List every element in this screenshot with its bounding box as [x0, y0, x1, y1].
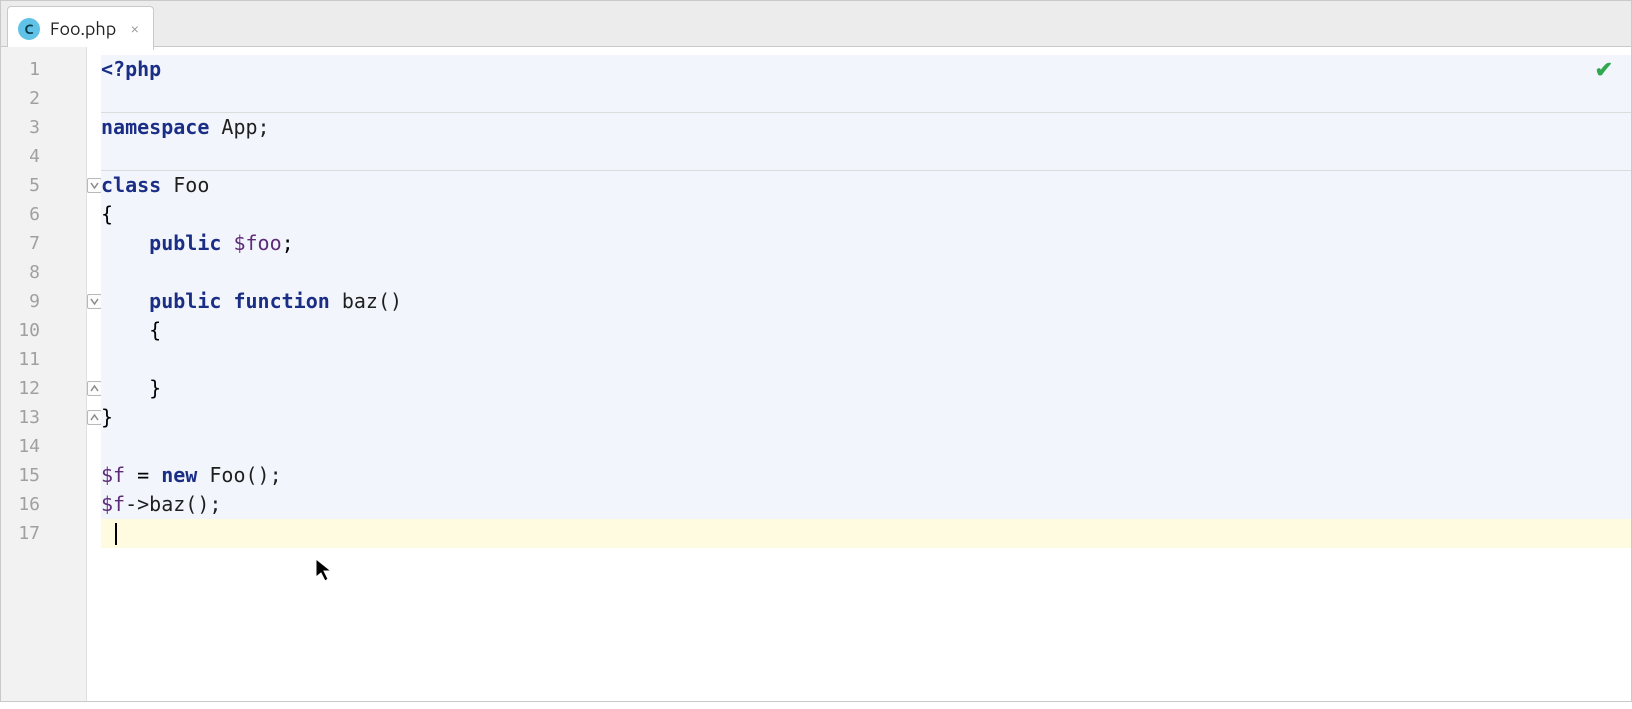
close-icon[interactable]: ×	[126, 19, 143, 39]
line-number[interactable]: 2	[1, 84, 86, 113]
line-number[interactable]: 5	[1, 171, 86, 200]
code-area[interactable]: <?phpnamespace App;class Foo{ public $fo…	[87, 47, 1631, 701]
line-number[interactable]: 9	[1, 287, 86, 316]
line-number[interactable]: 13	[1, 403, 86, 432]
fold-close-icon[interactable]	[87, 381, 102, 396]
line-number[interactable]: 7	[1, 229, 86, 258]
fold-open-icon[interactable]	[87, 178, 102, 193]
code-line[interactable]	[101, 84, 1631, 113]
code-line[interactable]: {	[101, 316, 1631, 345]
file-type-icon: C	[18, 18, 40, 40]
fold-open-icon[interactable]	[87, 294, 102, 309]
code-line[interactable]: $f->baz();	[101, 490, 1631, 519]
code-line[interactable]	[101, 258, 1631, 287]
code-line-current[interactable]	[101, 519, 1631, 548]
line-number[interactable]: 11	[1, 345, 86, 374]
code-line[interactable]: <?php	[101, 55, 1631, 84]
text-caret	[115, 523, 117, 545]
code-line[interactable]: class Foo	[101, 171, 1631, 200]
line-number[interactable]: 4	[1, 142, 86, 171]
tab-bar: C Foo.php ×	[1, 1, 1631, 47]
source-code[interactable]: <?phpnamespace App;class Foo{ public $fo…	[87, 55, 1631, 548]
code-line[interactable]	[101, 432, 1631, 461]
line-number[interactable]: 10	[1, 316, 86, 345]
code-line[interactable]: namespace App;	[101, 113, 1631, 142]
code-line[interactable]: public $foo;	[101, 229, 1631, 258]
code-line[interactable]	[101, 345, 1631, 374]
line-number[interactable]: 16	[1, 490, 86, 519]
code-line[interactable]: }	[101, 403, 1631, 432]
code-line[interactable]: }	[101, 374, 1631, 403]
line-number[interactable]: 6	[1, 200, 86, 229]
line-number[interactable]: 8	[1, 258, 86, 287]
line-number[interactable]: 14	[1, 432, 86, 461]
code-line[interactable]: {	[101, 200, 1631, 229]
line-number-gutter[interactable]: 1234567891011121314151617	[1, 47, 87, 701]
fold-close-icon[interactable]	[87, 410, 102, 425]
line-number[interactable]: 15	[1, 461, 86, 490]
line-number[interactable]: 3	[1, 113, 86, 142]
code-line[interactable]	[101, 142, 1631, 171]
inspection-ok-icon[interactable]: ✔	[1595, 57, 1613, 83]
code-line[interactable]: public function baz()	[101, 287, 1631, 316]
file-tab[interactable]: C Foo.php ×	[7, 6, 154, 50]
code-line[interactable]: $f = new Foo();	[101, 461, 1631, 490]
tab-filename: Foo.php	[50, 19, 116, 39]
line-number[interactable]: 12	[1, 374, 86, 403]
line-number[interactable]: 1	[1, 55, 86, 84]
line-number[interactable]: 17	[1, 519, 86, 548]
editor: 1234567891011121314151617 <?phpnamespace…	[1, 47, 1631, 701]
